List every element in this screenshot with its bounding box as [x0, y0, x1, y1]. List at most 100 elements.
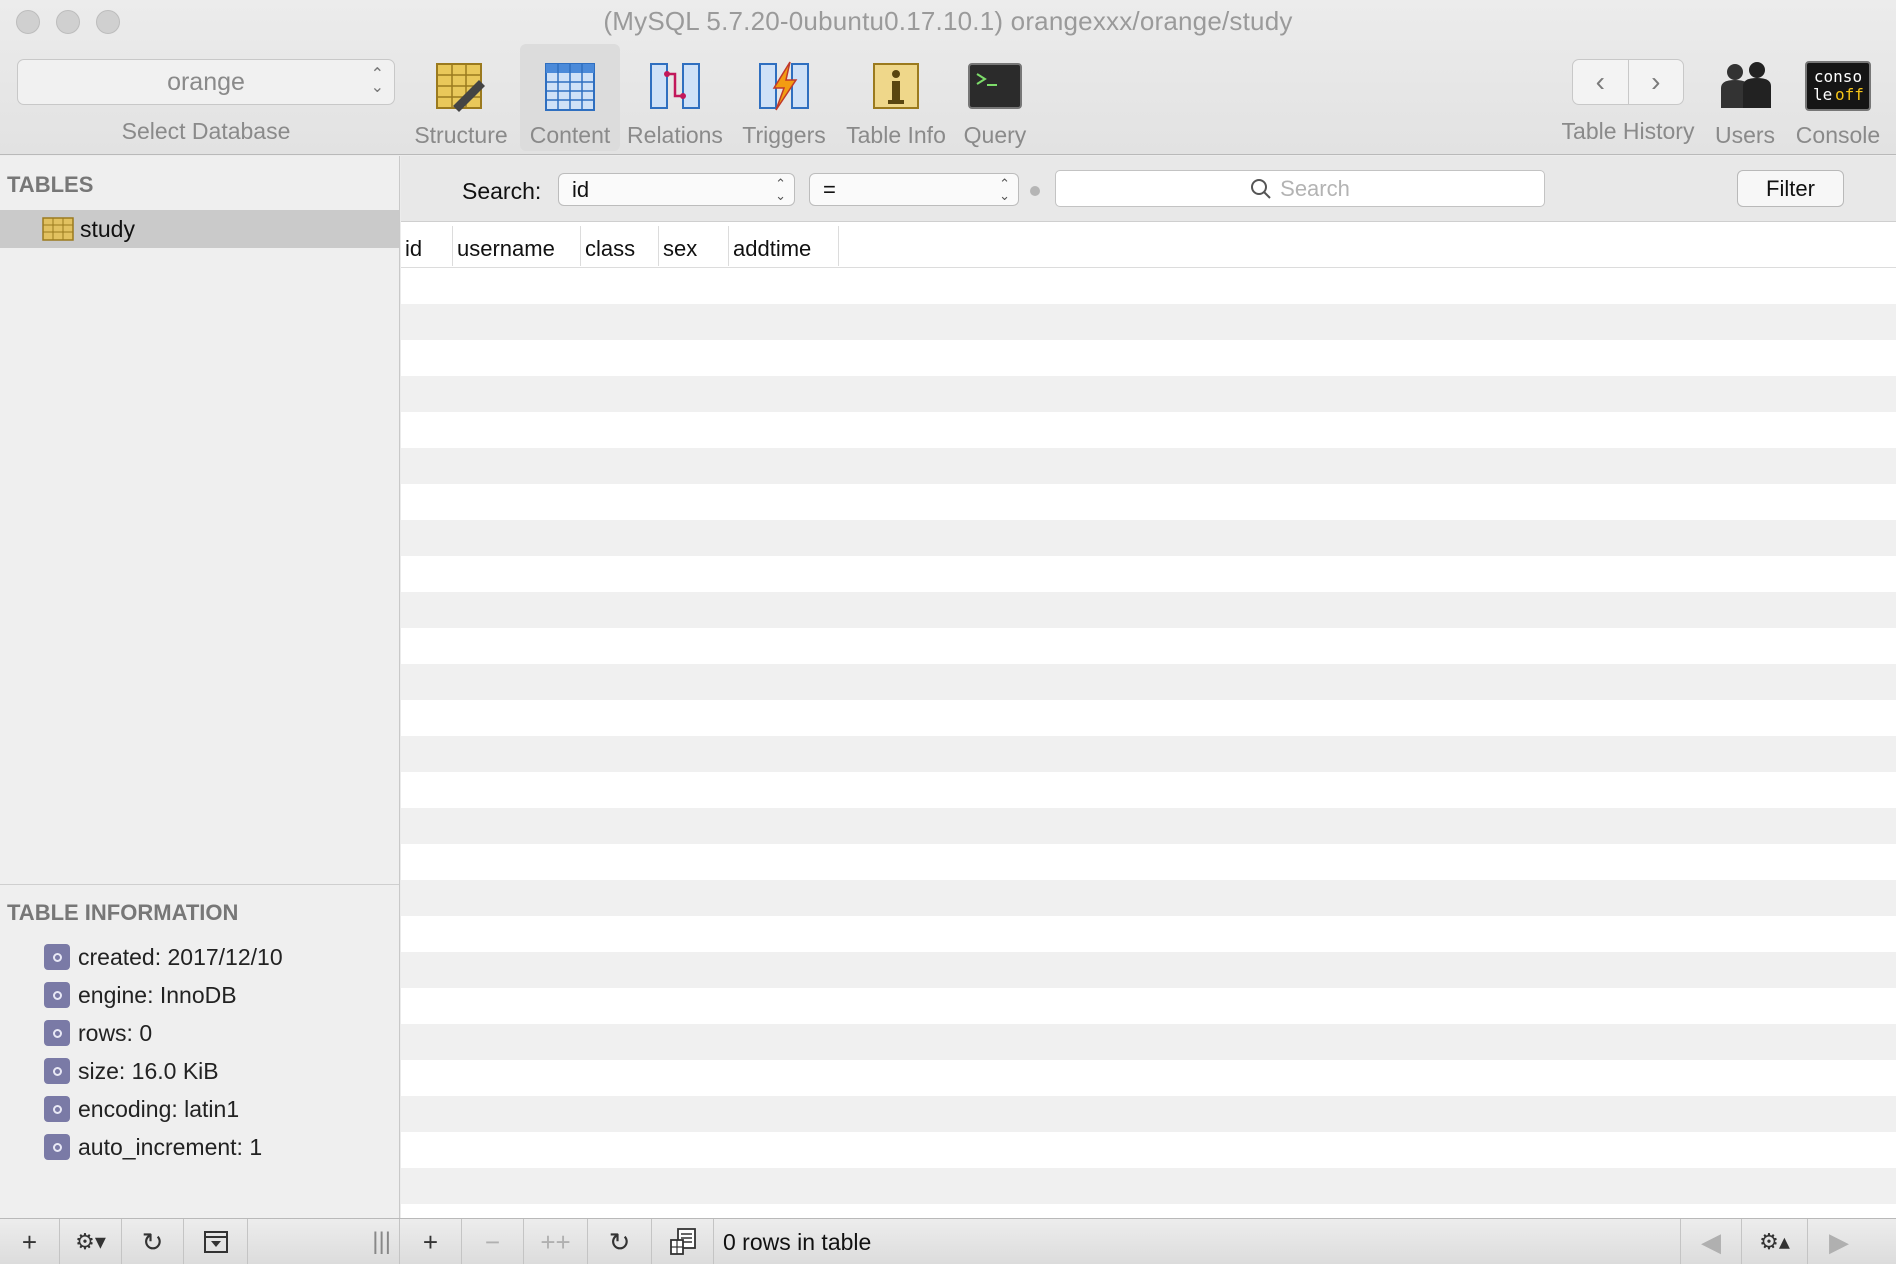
previous-page-button[interactable]: ◀ — [1680, 1219, 1742, 1264]
next-page-button[interactable]: ▶ — [1808, 1219, 1870, 1264]
add-table-button[interactable]: + — [0, 1219, 60, 1264]
info-created: created: 2017/12/10 — [44, 938, 283, 976]
users-icon — [1721, 62, 1771, 108]
table-header: id username class sex addtime — [401, 222, 1896, 268]
search-icon — [1251, 178, 1271, 199]
table-body[interactable] — [401, 268, 1896, 1218]
chevron-right-icon: › — [1651, 66, 1661, 97]
toolbar-table-info-button[interactable]: Table Info — [840, 44, 952, 151]
column-header-sex[interactable]: sex — [659, 226, 729, 266]
toolbar-structure-label: Structure — [414, 122, 508, 148]
info-rows-text: rows: 0 — [78, 1019, 153, 1046]
info-bullet-icon — [44, 1134, 70, 1160]
refresh-icon: ↻ — [141, 1226, 164, 1257]
sidebar: TABLES study TABLE INFORMATION created: … — [0, 156, 400, 1218]
bottom-bar: + ⚙▾ ↻ ||| + − ++ ↻ 0 rows in table ◀ ⚙▴… — [0, 1218, 1896, 1264]
filter-field-value: id — [572, 176, 590, 202]
filter-button[interactable]: Filter — [1737, 170, 1844, 207]
info-auto-increment: auto_increment: 1 — [44, 1128, 283, 1166]
filter-tables-button[interactable] — [184, 1219, 248, 1264]
table-information-heading: TABLE INFORMATION — [7, 900, 239, 925]
table-item-label: study — [80, 215, 135, 242]
gear-icon: ⚙▴ — [1759, 1229, 1790, 1254]
window-toolbar: (MySQL 5.7.20-0ubuntu0.17.10.1) orangexx… — [0, 0, 1896, 155]
table-icon — [42, 217, 74, 241]
database-select[interactable]: orange ⌃ ⌄ — [17, 59, 395, 105]
toolbar-relations-label: Relations — [627, 122, 723, 148]
history-forward-button[interactable]: › — [1629, 60, 1684, 104]
toolbar-users-label: Users — [1714, 122, 1776, 148]
toolbar-relations-button[interactable]: Relations — [624, 44, 726, 151]
toolbar-users-button[interactable]: Users — [1706, 44, 1784, 151]
table-information-list: created: 2017/12/10 engine: InnoDB rows:… — [44, 938, 283, 1166]
minus-icon: − — [484, 1226, 501, 1257]
info-encoding-text: encoding: latin1 — [78, 1095, 240, 1122]
updown-icon: ⌃ ⌄ — [370, 66, 384, 96]
toolbar-content-label: Content — [529, 122, 611, 148]
table-view-button[interactable] — [652, 1219, 714, 1264]
updown-icon: ⌃ ⌄ — [999, 176, 1010, 203]
plus-icon: + — [422, 1226, 439, 1257]
column-header-id[interactable]: id — [401, 226, 453, 266]
info-bullet-icon — [44, 982, 70, 1008]
info-created-text: created: 2017/12/10 — [78, 943, 283, 970]
toolbar-structure-button[interactable]: Structure — [408, 44, 514, 151]
info-auto-increment-text: auto_increment: 1 — [78, 1133, 263, 1160]
triangle-left-icon: ◀ — [1701, 1226, 1721, 1257]
tables-heading: TABLES — [7, 172, 94, 197]
info-size-text: size: 16.0 KiB — [78, 1057, 219, 1084]
add-row-button[interactable]: + — [400, 1219, 462, 1264]
table-actions-button[interactable]: ⚙▾ — [60, 1219, 122, 1264]
toolbar-console-button[interactable]: conso le off Console — [1790, 44, 1886, 151]
table-history-caption-wrap: Table History — [1556, 118, 1700, 152]
separator-dot — [1030, 186, 1040, 196]
refresh-content-button[interactable]: ↻ — [588, 1219, 652, 1264]
info-engine-text: engine: InnoDB — [78, 981, 237, 1008]
console-icon: conso le off — [1805, 61, 1871, 111]
toolbar-triggers-label: Triggers — [742, 122, 826, 148]
filter-search-input[interactable]: Search — [1055, 170, 1545, 207]
column-header-username[interactable]: username — [453, 226, 581, 266]
structure-icon — [436, 63, 485, 112]
sidebar-resize-handle[interactable]: ||| — [248, 1219, 400, 1264]
table-info-icon — [873, 63, 919, 109]
table-history-label: Table History — [1561, 118, 1695, 144]
document-table-icon — [669, 1228, 696, 1255]
column-header-addtime[interactable]: addtime — [729, 226, 839, 266]
relations-icon — [650, 63, 700, 109]
remove-row-button[interactable]: − — [462, 1219, 524, 1264]
toolbar-content-button[interactable]: Content — [520, 44, 620, 151]
filter-field-select[interactable]: id ⌃ ⌄ — [558, 173, 795, 206]
rows-count-text: 0 rows in table — [723, 1229, 872, 1255]
drag-handle-icon: ||| — [372, 1228, 391, 1255]
duplicate-icon: ++ — [540, 1226, 571, 1257]
search-placeholder: Search — [1280, 175, 1350, 201]
history-back-button[interactable]: ‹ — [1573, 60, 1629, 104]
content-table: id username class sex addtime — [401, 222, 1896, 1218]
gear-icon: ⚙▾ — [75, 1229, 106, 1254]
refresh-tables-button[interactable]: ↻ — [122, 1219, 184, 1264]
triggers-icon — [759, 61, 809, 111]
terminal-icon — [968, 63, 1022, 109]
toolbar-triggers-button[interactable]: Triggers — [732, 44, 836, 151]
content-icon — [545, 63, 595, 111]
info-bullet-icon — [44, 944, 70, 970]
table-history-nav: ‹ › — [1572, 59, 1684, 105]
window-title: (MySQL 5.7.20-0ubuntu0.17.10.1) orangexx… — [603, 6, 1293, 36]
pagination-settings-button[interactable]: ⚙▴ — [1742, 1219, 1808, 1264]
duplicate-row-button[interactable]: ++ — [524, 1219, 588, 1264]
info-size: size: 16.0 KiB — [44, 1052, 283, 1090]
info-engine: engine: InnoDB — [44, 976, 283, 1014]
database-select-caption: Select Database — [121, 118, 291, 144]
database-select-value: orange — [167, 67, 245, 96]
search-label: Search: — [462, 178, 542, 204]
filter-operator-select[interactable]: = ⌃ ⌄ — [809, 173, 1019, 206]
filter-operator-value: = — [823, 176, 836, 202]
column-header-class[interactable]: class — [581, 226, 659, 266]
svg-text:off: off — [1835, 85, 1864, 104]
table-item-study[interactable]: study — [0, 210, 399, 248]
plus-icon: + — [21, 1226, 38, 1257]
toolbar-query-button[interactable]: Query — [958, 44, 1032, 151]
svg-text:le: le — [1813, 85, 1832, 104]
toolbar-console-label: Console — [1795, 122, 1881, 148]
